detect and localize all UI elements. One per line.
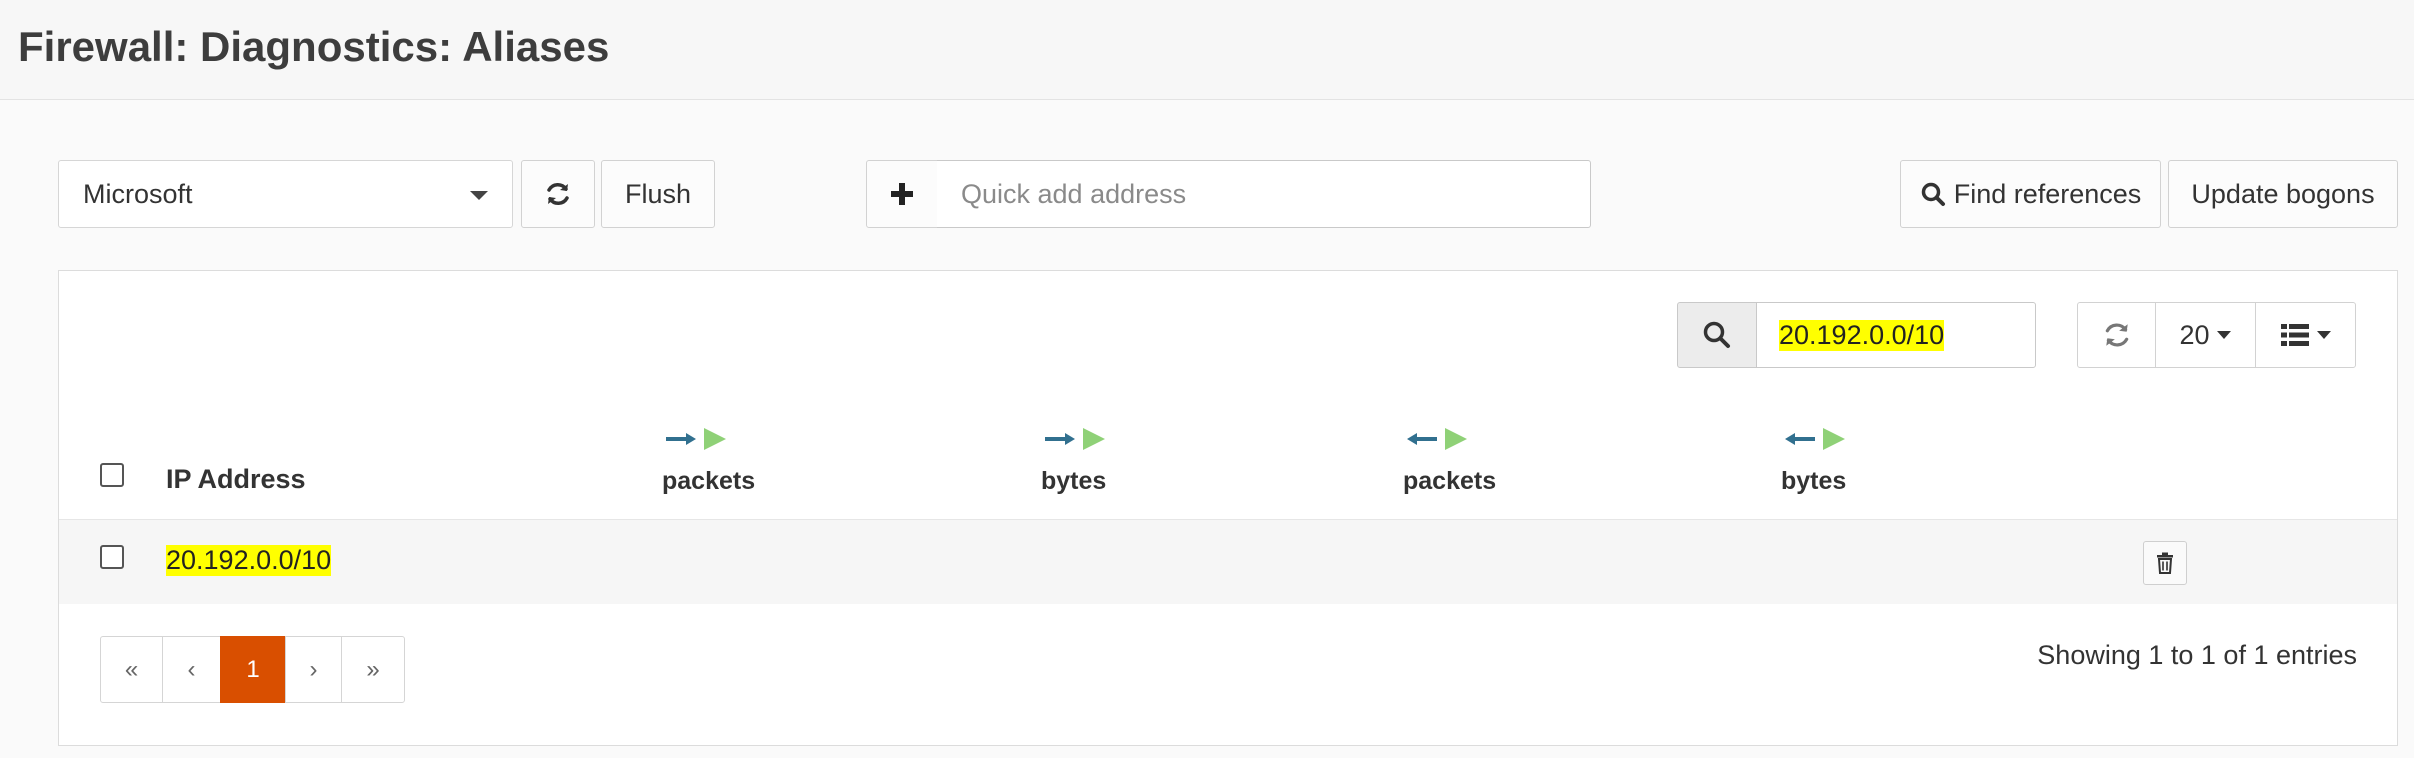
- grid-status-text: Showing 1 to 1 of 1 entries: [2037, 640, 2357, 670]
- grid-search-addon: [1677, 302, 1757, 368]
- column-header-ip-address[interactable]: IP Address: [166, 464, 306, 495]
- grid-search-input[interactable]: 20.192.0.0/10: [1756, 302, 2036, 368]
- quick-add-input[interactable]: [937, 160, 1591, 228]
- update-bogons-button[interactable]: Update bogons: [2168, 160, 2398, 228]
- list-icon: [2280, 324, 2309, 346]
- find-references-label: Find references: [1953, 178, 2142, 209]
- select-all-checkbox[interactable]: [100, 463, 124, 487]
- caret-down-icon: [470, 191, 488, 200]
- alias-select-value: Microsoft: [83, 178, 193, 209]
- delete-row-button[interactable]: [2143, 541, 2187, 585]
- alias-select[interactable]: Microsoft: [58, 160, 513, 228]
- pager-last-button[interactable]: »: [341, 636, 405, 703]
- page-title: Firewall: Diagnostics: Aliases: [18, 23, 610, 70]
- caret-down-icon: [2316, 331, 2331, 339]
- column-header-in-packets[interactable]: packets: [662, 467, 755, 496]
- search-icon: [1703, 321, 1730, 348]
- page-header: Firewall: Diagnostics: Aliases: [0, 0, 2414, 100]
- pager-prev-button[interactable]: ‹: [162, 636, 221, 703]
- refresh-icon: [2105, 323, 2128, 347]
- flush-button[interactable]: Flush: [601, 160, 715, 228]
- column-header-in-bytes[interactable]: bytes: [1041, 467, 1106, 496]
- search-icon: [1921, 182, 1945, 206]
- alias-grid-panel: [58, 270, 2398, 746]
- quick-add-button[interactable]: [866, 160, 938, 228]
- find-references-button[interactable]: Find references: [1900, 160, 2161, 228]
- grid-refresh-button[interactable]: [2077, 302, 2156, 368]
- refresh-alias-button[interactable]: [521, 160, 595, 228]
- caret-down-icon: [2216, 331, 2231, 339]
- page-size-dropdown[interactable]: 20: [2155, 302, 2256, 368]
- grid-search-value: 20.192.0.0/10: [1779, 319, 1945, 351]
- row-checkbox[interactable]: [100, 545, 124, 569]
- column-chooser-dropdown[interactable]: [2255, 302, 2356, 368]
- arrow-right-play-icon: [1045, 428, 1105, 450]
- pager-first-button[interactable]: «: [100, 636, 163, 703]
- pager-current-page[interactable]: 1: [220, 636, 286, 703]
- refresh-icon: [547, 183, 569, 205]
- row-ip-address: 20.192.0.0/10: [166, 545, 332, 576]
- column-header-out-bytes[interactable]: bytes: [1781, 467, 1846, 496]
- arrow-right-play-icon: [666, 428, 726, 450]
- column-header-out-packets[interactable]: packets: [1403, 467, 1496, 496]
- page-size-value: 20: [2179, 319, 2210, 350]
- table-row: [59, 519, 2397, 604]
- arrow-left-play-icon: [1407, 428, 1467, 450]
- pager-next-button[interactable]: ›: [285, 636, 342, 703]
- plus-icon: [891, 183, 913, 205]
- trash-icon: [2157, 552, 2173, 574]
- arrow-left-play-icon: [1785, 428, 1845, 450]
